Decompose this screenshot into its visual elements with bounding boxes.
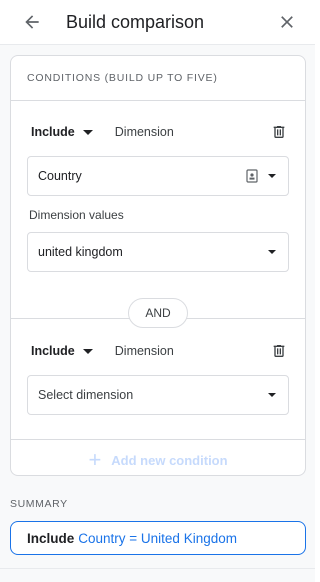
- summary-box: Include Country = United Kingdom: [10, 521, 306, 555]
- page-title: Build comparison: [66, 11, 205, 32]
- plus-icon: +: [88, 447, 102, 472]
- panel-header: Build comparison: [0, 0, 315, 44]
- summary-include: Include: [27, 530, 75, 546]
- conditions-card: CONDITIONS (BUILD UP TO FIVE) Include Di…: [10, 55, 306, 476]
- caret-down-icon: [268, 250, 276, 254]
- trash-icon: [273, 345, 285, 357]
- arrow-back-icon: [25, 15, 39, 29]
- dimension-label: Dimension: [114, 344, 174, 358]
- dimension-select[interactable]: Country: [27, 156, 289, 196]
- dimension-values-value: united kingdom: [38, 245, 123, 259]
- panel-body: CONDITIONS (BUILD UP TO FIVE) Include Di…: [0, 44, 315, 582]
- dimension-label: Dimension: [114, 125, 174, 139]
- trash-icon: [273, 126, 285, 138]
- dimension-select-placeholder: Select dimension: [38, 388, 134, 402]
- dimension-values-label: Dimension values: [29, 208, 124, 222]
- include-dropdown[interactable]: Include: [31, 125, 93, 139]
- back-button[interactable]: [20, 10, 44, 34]
- divider: [11, 439, 305, 440]
- dimension-values-select[interactable]: united kingdom: [27, 232, 289, 272]
- conditions-title: CONDITIONS (BUILD UP TO FIVE): [27, 72, 218, 84]
- and-operator[interactable]: AND: [128, 298, 188, 328]
- condition-2-row: Include Dimension: [31, 339, 289, 363]
- divider: [11, 100, 305, 101]
- caret-down-icon: [82, 348, 93, 354]
- add-condition-button[interactable]: + Add new condition: [11, 449, 305, 471]
- caret-down-icon: [268, 174, 276, 178]
- caret-down-icon: [82, 129, 93, 135]
- condition-1-row: Include Dimension: [31, 120, 289, 144]
- dimension-select-value: Country: [38, 169, 82, 183]
- close-button[interactable]: [275, 10, 299, 34]
- include-dropdown[interactable]: Include: [31, 344, 93, 358]
- delete-condition-button[interactable]: [269, 341, 289, 361]
- close-icon: [281, 16, 293, 28]
- summary-title: SUMMARY: [10, 498, 68, 510]
- add-condition-label: Add new condition: [111, 452, 228, 468]
- summary-value: Country = United Kingdom: [78, 530, 237, 546]
- delete-condition-button[interactable]: [269, 122, 289, 142]
- divider: [0, 568, 315, 569]
- caret-down-icon: [268, 393, 276, 397]
- dimension-select[interactable]: Select dimension: [27, 375, 289, 415]
- include-label: Include: [31, 344, 75, 358]
- include-label: Include: [31, 125, 75, 139]
- id-badge-icon: [246, 169, 258, 183]
